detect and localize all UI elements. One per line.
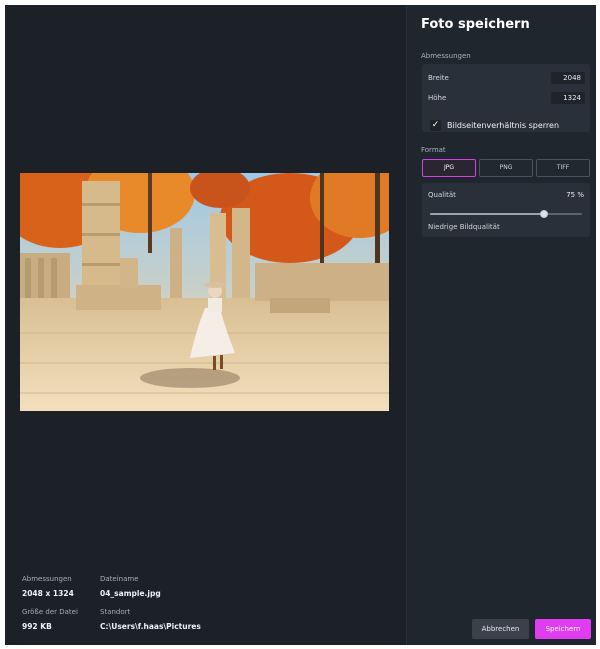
file-name-label: Dateiname xyxy=(100,575,139,583)
photo-preview-image xyxy=(20,173,389,411)
file-dimensions-info: Abmessungen 2048 x 1324 xyxy=(22,575,74,598)
file-location-label: Standort xyxy=(100,608,131,616)
quality-value: 75 % xyxy=(566,191,584,199)
format-jpg-button[interactable]: JPG xyxy=(422,159,476,177)
lock-aspect-label: Bildseitenverhältnis sperren xyxy=(447,121,560,130)
format-section-label: Format xyxy=(421,146,446,154)
file-dimensions-label: Abmessungen xyxy=(22,575,72,583)
height-row: Höhe 1324 xyxy=(422,90,590,106)
file-dimensions-value: 2048 x 1324 xyxy=(22,589,74,598)
height-label: Höhe xyxy=(428,94,447,102)
photo-preview xyxy=(20,173,389,411)
panel-title: Foto speichern xyxy=(421,17,530,32)
height-input[interactable]: 1324 xyxy=(551,92,585,104)
dimensions-card: Breite 2048 Höhe 1324 ✓ Bildseitenverhäl… xyxy=(422,64,590,132)
quality-label: Qualität xyxy=(428,191,456,199)
format-png-button[interactable]: PNG xyxy=(479,159,533,177)
quality-note: Niedrige Bildqualität xyxy=(428,223,500,231)
quality-slider[interactable] xyxy=(430,210,582,218)
width-input[interactable]: 2048 xyxy=(551,72,585,84)
quality-slider-handle[interactable] xyxy=(540,210,548,218)
file-location-info: Standort C:\Users\f.haas\Pictures xyxy=(100,608,201,631)
preview-area: Abmessungen 2048 x 1324 Dateiname 04_sam… xyxy=(5,5,406,645)
file-size-value: 992 KB xyxy=(22,622,52,631)
cancel-button[interactable]: Abbrechen xyxy=(472,619,529,639)
width-label: Breite xyxy=(428,74,449,82)
file-location-value: C:\Users\f.haas\Pictures xyxy=(100,622,201,631)
quality-card: Qualität 75 % Niedrige Bildqualität xyxy=(422,183,590,237)
checkmark-icon: ✓ xyxy=(431,120,440,130)
file-size-label: Größe der Datei xyxy=(22,608,78,616)
settings-panel: Foto speichern Abmessungen Breite 2048 H… xyxy=(406,5,596,645)
save-button[interactable]: Speichern xyxy=(535,619,591,639)
quality-slider-fill xyxy=(430,213,544,215)
width-row: Breite 2048 xyxy=(422,70,590,86)
save-photo-dialog: Abmessungen 2048 x 1324 Dateiname 04_sam… xyxy=(5,5,596,645)
file-size-info: Größe der Datei 992 KB xyxy=(22,608,78,631)
format-tiff-button[interactable]: TIFF xyxy=(536,159,590,177)
lock-aspect-checkbox[interactable]: ✓ xyxy=(430,120,441,131)
dimensions-section-label: Abmessungen xyxy=(421,52,471,60)
file-name-info: Dateiname 04_sample.jpg xyxy=(100,575,161,598)
file-name-value: 04_sample.jpg xyxy=(100,589,161,598)
